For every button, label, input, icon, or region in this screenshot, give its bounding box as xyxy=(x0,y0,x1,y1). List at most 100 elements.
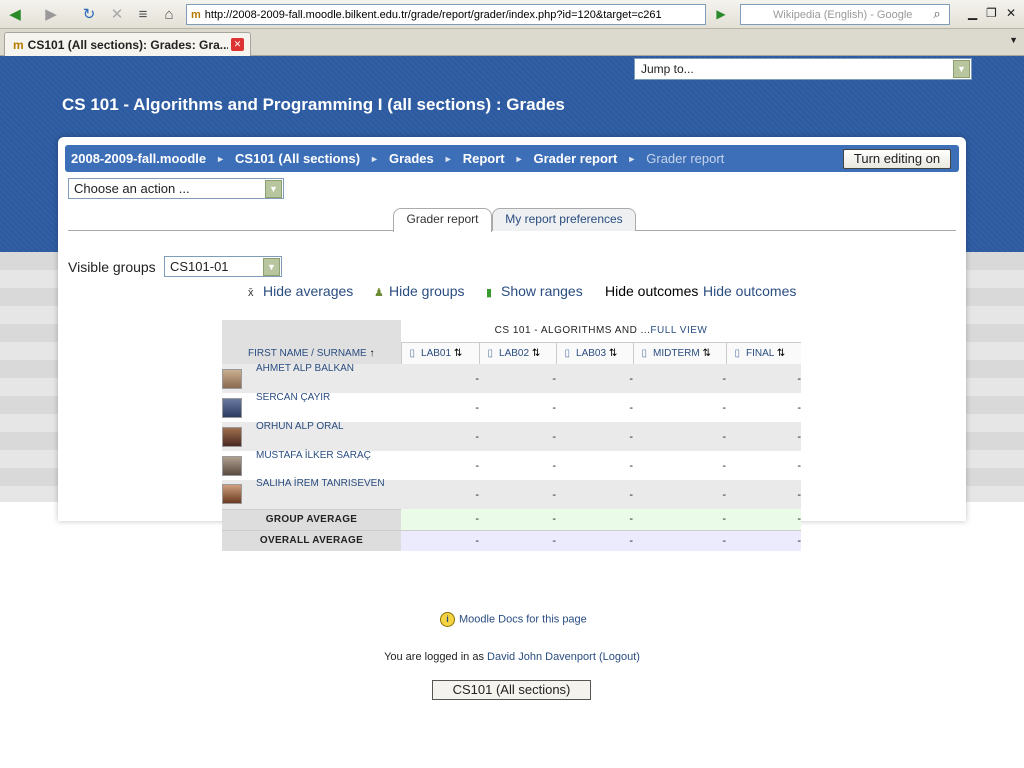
tab-grader-report[interactable]: Grader report xyxy=(393,208,492,232)
sort-icon[interactable]: ⇅ xyxy=(777,348,785,359)
back-icon[interactable]: ◀ xyxy=(4,4,26,24)
sort-ascending-icon[interactable]: ↑ xyxy=(370,348,375,359)
grade-cell: - xyxy=(556,393,633,422)
avatar[interactable] xyxy=(222,455,242,476)
action-select[interactable]: Choose an action ... ▼ xyxy=(68,178,284,199)
table-row: SALIHA İREM TANRISEVEN - - - - - xyxy=(222,478,801,509)
user-profile-link[interactable]: David John Davenport xyxy=(487,651,596,663)
restore-icon[interactable]: ❐ xyxy=(986,6,997,20)
history-icon[interactable]: ≡ xyxy=(132,4,154,24)
table-row: SERCAN ÇAYIR - - - - - xyxy=(222,392,801,422)
average-icon: x̄ xyxy=(248,287,254,299)
name-column-header[interactable]: FIRST NAME / SURNAME ↑ xyxy=(222,342,401,364)
logout-link[interactable]: (Logout) xyxy=(599,651,640,663)
avatar[interactable] xyxy=(222,368,242,389)
page-title: CS 101 - Algorithms and Programming I (a… xyxy=(62,95,565,114)
turn-editing-on-button[interactable]: Turn editing on xyxy=(843,149,951,169)
grade-cell: - xyxy=(726,422,801,451)
course-home-button[interactable]: CS101 (All sections) xyxy=(432,680,591,700)
grade-cell: - xyxy=(633,480,726,509)
student-name-link[interactable]: SERCAN ÇAYIR xyxy=(256,392,330,403)
sort-icon[interactable]: ⇅ xyxy=(609,348,617,359)
avatar[interactable] xyxy=(222,484,242,505)
average-cell: - xyxy=(633,509,726,530)
column-header-lab02[interactable]: ▯ LAB02 ⇅ xyxy=(478,342,556,364)
student-name-link[interactable]: SALIHA İREM TANRISEVEN xyxy=(256,478,385,489)
tab-close-icon[interactable]: ✕ xyxy=(231,38,244,51)
login-info: You are logged in as David John Davenpor… xyxy=(0,651,1024,663)
hide-outcomes-link[interactable]: Hide outcomes xyxy=(703,283,796,299)
hide-groups-toggle[interactable]: ♟ Hide groups xyxy=(374,283,465,299)
average-cell: - xyxy=(556,529,633,551)
hide-averages-toggle[interactable]: x̄ Hide averages xyxy=(248,283,353,299)
grade-cell: - xyxy=(726,451,801,480)
grade-cell: - xyxy=(556,364,633,393)
minimize-icon[interactable]: ▁ xyxy=(968,6,977,20)
tab-list-icon[interactable]: ▼ xyxy=(1009,35,1018,45)
chevron-down-icon: ▼ xyxy=(263,258,280,276)
stop-icon[interactable]: ✕ xyxy=(106,4,128,24)
sort-icon[interactable]: ⇅ xyxy=(532,348,540,359)
grade-cell: - xyxy=(401,422,479,451)
go-icon[interactable]: ▶ xyxy=(710,4,732,24)
jump-to-select[interactable]: Jump to... ▼ xyxy=(634,58,972,80)
column-header-final[interactable]: ▯ FINAL ⇅ xyxy=(725,342,801,364)
avatar[interactable] xyxy=(222,397,242,418)
column-header-midterm[interactable]: ▯ MIDTERM ⇅ xyxy=(632,342,726,364)
forward-icon[interactable]: ▶ xyxy=(40,4,62,24)
average-cell: - xyxy=(401,529,479,551)
site-favicon-icon: m xyxy=(191,8,201,21)
category-header: CS 101 - ALGORITHMS AND ...FULL VIEW xyxy=(401,320,801,343)
show-ranges-toggle[interactable]: ▮ Show ranges xyxy=(486,283,583,299)
breadcrumb-item-report[interactable]: Report xyxy=(463,151,505,166)
column-label: LAB01 xyxy=(421,347,452,359)
reload-icon[interactable]: ↻ xyxy=(78,4,100,24)
breadcrumb-item-grader-report[interactable]: Grader report xyxy=(534,151,618,166)
home-icon[interactable]: ⌂ xyxy=(158,4,180,24)
full-view-link[interactable]: FULL VIEW xyxy=(650,325,707,336)
visible-groups-select[interactable]: CS101-01 ▼ xyxy=(164,256,282,277)
breadcrumb-item-course[interactable]: CS101 (All sections) xyxy=(235,151,360,166)
moodle-docs-link[interactable]: i Moodle Docs for this page xyxy=(440,612,587,627)
average-cell: - xyxy=(556,509,633,530)
table-row: AHMET ALP BALKAN - - - - - xyxy=(222,363,801,393)
grade-cell: - xyxy=(556,480,633,509)
grade-cell: - xyxy=(479,480,556,509)
breadcrumb-item-grades[interactable]: Grades xyxy=(389,151,434,166)
breadcrumb-separator-icon: ► xyxy=(370,153,379,164)
hide-averages-label: Hide averages xyxy=(263,283,354,299)
url-text: http://2008-2009-fall.moodle.bilkent.edu… xyxy=(204,8,662,21)
tab-strip: m CS101 (All sections): Grades: Gra... ✕… xyxy=(0,29,1024,56)
assignment-icon: ▯ xyxy=(487,347,494,359)
column-label: FINAL xyxy=(746,347,774,359)
ranges-chart-icon: ▮ xyxy=(486,287,493,299)
column-header-lab01[interactable]: ▯ LAB01 ⇅ xyxy=(400,342,479,364)
column-label: MIDTERM xyxy=(653,347,700,359)
search-icon[interactable]: ⌕ xyxy=(926,4,948,24)
student-cell: SERCAN ÇAYIR xyxy=(222,392,401,422)
average-cell: - xyxy=(479,509,556,530)
grade-cell: - xyxy=(726,480,801,509)
address-bar[interactable]: m http://2008-2009-fall.moodle.bilkent.e… xyxy=(186,4,706,25)
chevron-down-icon: ▼ xyxy=(953,60,970,78)
close-window-icon[interactable]: ✕ xyxy=(1006,6,1016,20)
group-average-label: GROUP AVERAGE xyxy=(222,508,401,530)
breadcrumb-item-site[interactable]: 2008-2009-fall.moodle xyxy=(71,151,206,166)
student-name-link[interactable]: ORHUN ALP ORAL xyxy=(256,421,344,432)
avatar[interactable] xyxy=(222,426,242,447)
browser-tab[interactable]: m CS101 (All sections): Grades: Gra... ✕ xyxy=(4,32,251,56)
sort-icon[interactable]: ⇅ xyxy=(454,348,462,359)
grade-cell: - xyxy=(726,364,801,393)
assignment-icon: ▯ xyxy=(641,347,648,359)
grade-cell: - xyxy=(479,451,556,480)
student-name-link[interactable]: MUSTAFA İLKER SARAÇ xyxy=(256,450,371,461)
hide-outcomes-text: Hide outcomes xyxy=(605,283,699,299)
grade-cell: - xyxy=(479,364,556,393)
search-input[interactable]: Wikipedia (English) - Google xyxy=(740,4,950,25)
tab-report-preferences[interactable]: My report preferences xyxy=(492,208,636,231)
student-name-link[interactable]: AHMET ALP BALKAN xyxy=(256,363,354,374)
average-cell: - xyxy=(479,529,556,551)
average-cell: - xyxy=(401,509,479,530)
sort-icon[interactable]: ⇅ xyxy=(702,348,710,359)
column-header-lab03[interactable]: ▯ LAB03 ⇅ xyxy=(555,342,633,364)
